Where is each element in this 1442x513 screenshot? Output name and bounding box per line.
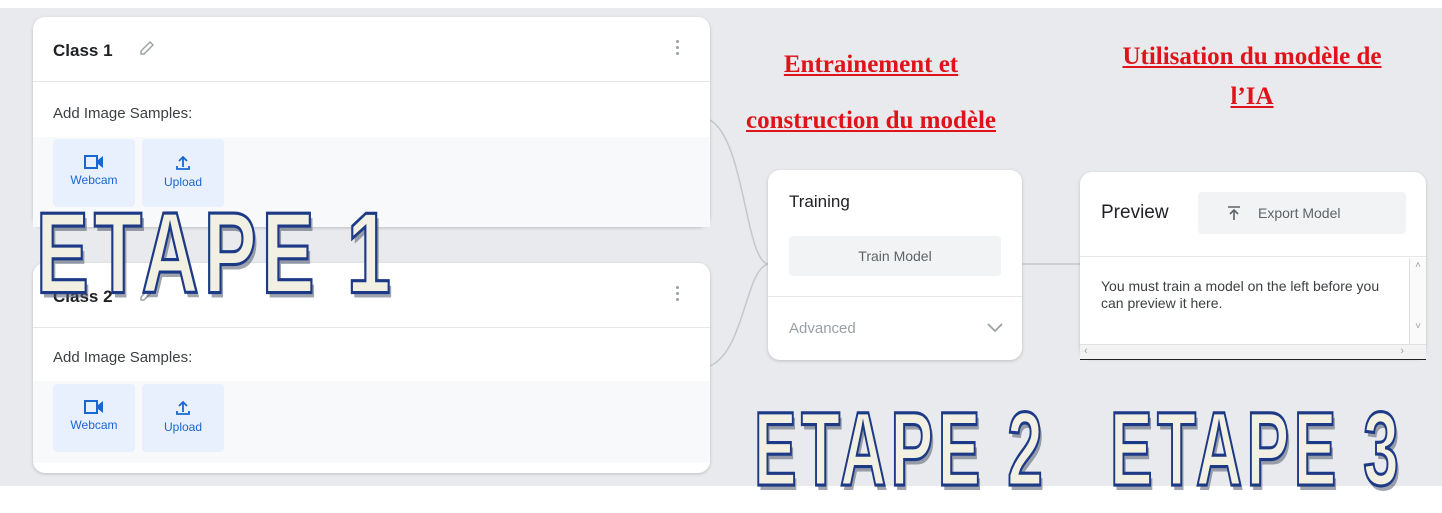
webcam-button[interactable]: Webcam bbox=[53, 384, 135, 452]
training-heading-line1: Entrainement et bbox=[783, 51, 959, 78]
export-model-label: Export Model bbox=[1258, 205, 1341, 221]
webcam-label: Webcam bbox=[70, 418, 118, 432]
step-3-label: ETAPE 3 bbox=[1109, 389, 1404, 508]
more-vert-icon[interactable] bbox=[676, 40, 680, 58]
add-samples-label: Add Image Samples: bbox=[53, 349, 193, 366]
videocam-icon bbox=[84, 155, 103, 169]
training-card: Training Train Model Advanced bbox=[768, 170, 1022, 360]
videocam-icon bbox=[84, 400, 103, 414]
preview-card: Preview Export Model You must train a mo… bbox=[1080, 172, 1426, 360]
chevron-down-icon[interactable] bbox=[986, 320, 1004, 334]
preview-message: You must train a model on the left befor… bbox=[1101, 278, 1380, 311]
publish-icon bbox=[1228, 206, 1240, 220]
vertical-scrollbar[interactable]: ˄ ˅ bbox=[1409, 258, 1426, 344]
more-vert-icon[interactable] bbox=[676, 286, 680, 304]
upload-icon bbox=[176, 155, 190, 170]
training-heading-line2: construction du modèle bbox=[746, 107, 996, 134]
usage-heading-line1: Utilisation du modèle de bbox=[1122, 43, 1382, 70]
export-model-button[interactable]: Export Model bbox=[1198, 192, 1406, 234]
class-card-header: Class 1 bbox=[33, 17, 710, 82]
upload-button[interactable]: Upload bbox=[142, 384, 224, 452]
upload-icon bbox=[176, 400, 190, 415]
upload-label: Upload bbox=[163, 420, 203, 434]
training-heading: Entrainement et construction du modèle bbox=[706, 37, 1036, 149]
horizontal-scrollbar[interactable]: ‹ › bbox=[1080, 344, 1426, 360]
advanced-toggle[interactable]: Advanced bbox=[789, 320, 856, 337]
edit-pencil-icon[interactable] bbox=[138, 39, 156, 57]
divider bbox=[768, 296, 1022, 297]
webcam-label: Webcam bbox=[70, 173, 118, 187]
upload-label: Upload bbox=[163, 175, 203, 189]
class-title[interactable]: Class 1 bbox=[53, 41, 113, 61]
train-model-button[interactable]: Train Model bbox=[789, 236, 1001, 276]
step-1-label: ETAPE 1 bbox=[35, 189, 397, 318]
usage-heading-line2: l’IA bbox=[1230, 83, 1274, 110]
divider bbox=[1080, 256, 1426, 257]
add-samples-label: Add Image Samples: bbox=[53, 105, 193, 122]
training-title: Training bbox=[789, 192, 850, 211]
step-2-label: ETAPE 2 bbox=[753, 389, 1048, 508]
usage-heading: Utilisation du modèle de l’IA bbox=[1082, 37, 1422, 117]
preview-title: Preview bbox=[1101, 202, 1169, 223]
